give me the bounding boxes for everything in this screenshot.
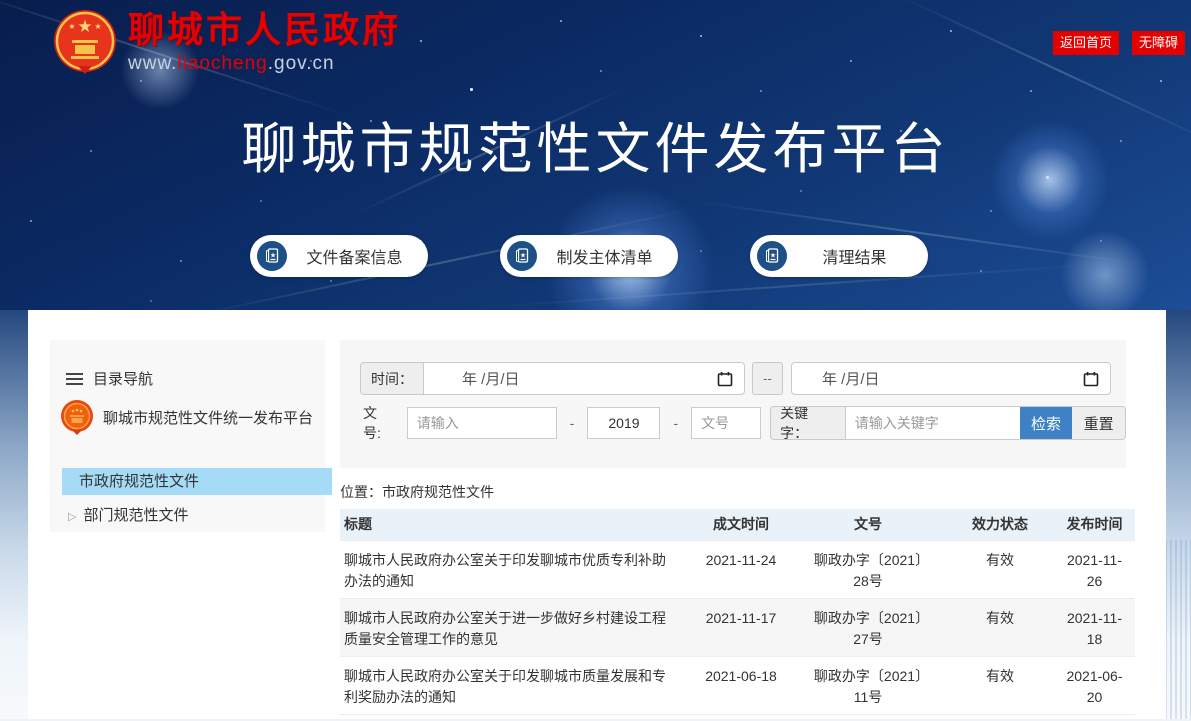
col-header-publish-date: 发布时间 xyxy=(1054,509,1135,540)
time-label: 时间： xyxy=(361,363,424,394)
document-icon: ★ xyxy=(757,241,787,271)
date-range-separator: -- xyxy=(752,362,783,395)
sidebar-item-municipal-docs[interactable]: 市政府规范性文件 xyxy=(62,468,332,495)
calendar-icon[interactable] xyxy=(717,371,733,387)
doc-written-date: 2021-11-24 xyxy=(692,550,790,592)
svg-text:★: ★ xyxy=(770,252,776,260)
doc-publish-date: 2021-06-20 xyxy=(1054,666,1135,708)
table-row[interactable]: 聊城市人民政府办公室关于进一步做好乡村建设工程质量安全管理工作的意见 2021-… xyxy=(340,598,1135,656)
doc-publish-date: 2021-11-18 xyxy=(1054,608,1135,650)
reset-button[interactable]: 重置 xyxy=(1072,407,1125,439)
calendar-icon[interactable] xyxy=(1083,371,1099,387)
col-header-doc-no: 文号 xyxy=(790,509,946,540)
nav-button-filing-info[interactable]: ★ 文件备案信息 xyxy=(250,235,428,277)
doc-title[interactable]: 聊城市人民政府办公室关于进一步做好乡村建设工程质量安全管理工作的意见 xyxy=(340,608,692,650)
banner: ★ ★ ★ 聊城市人民政府 www.liaocheng.gov.cn 返回首页 … xyxy=(0,0,1191,310)
sidebar-platform-label: 聊城市规范性文件统一发布平台 xyxy=(103,407,313,428)
keyword-label: 关键字： xyxy=(771,407,845,439)
sidebar: 目录导航 聊城市规范性文件统一发布平台 市政府规范性文件 ▷部门规范性文件 xyxy=(50,340,325,532)
nav-button-label: 文件备案信息 xyxy=(287,244,422,268)
content-card: 目录导航 聊城市规范性文件统一发布平台 市政府规范性文件 ▷部门规范性文件 时间… xyxy=(28,310,1166,719)
document-icon: ★ xyxy=(507,241,537,271)
doc-number: 聊政办字〔2021〕28号 xyxy=(790,550,946,592)
svg-text:★: ★ xyxy=(77,17,92,36)
dash-separator: - xyxy=(673,415,678,431)
emblem-icon xyxy=(58,398,96,436)
doc-title[interactable]: 聊城市人民政府办公室关于印发聊城市质量发展和专利奖励办法的通知 xyxy=(340,666,692,708)
svg-text:★: ★ xyxy=(520,252,526,260)
back-home-button[interactable]: 返回首页 xyxy=(1053,31,1119,55)
background-texture xyxy=(1165,540,1191,719)
doc-status: 有效 xyxy=(946,666,1054,708)
date-to-input[interactable]: 年 /月/日 xyxy=(791,362,1111,395)
nav-button-label: 清理结果 xyxy=(787,244,922,268)
sidebar-platform[interactable]: 聊城市规范性文件统一发布平台 xyxy=(58,398,313,436)
menu-icon[interactable] xyxy=(66,373,83,385)
table-row[interactable]: 聊城市人民政府办公室关于印发聊城市优质专利补助办法的通知 2021-11-24 … xyxy=(340,540,1135,598)
sidebar-header: 目录导航 xyxy=(66,368,153,389)
doc-publish-date: 2021-11-26 xyxy=(1054,550,1135,592)
doc-title[interactable]: 聊城市人民政府办公室关于印发聊城市优质专利补助办法的通知 xyxy=(340,550,692,592)
search-button[interactable]: 检索 xyxy=(1020,407,1073,439)
svg-text:★: ★ xyxy=(270,252,276,260)
site-logo[interactable]: ★ ★ ★ 聊城市人民政府 www.liaocheng.gov.cn xyxy=(52,8,401,78)
svg-text:★: ★ xyxy=(94,22,101,31)
table-row[interactable]: 聊城市人民政府办公室关于印发聊城市质量发展和专利奖励办法的通知 2021-06-… xyxy=(340,656,1135,714)
breadcrumb: 位置：市政府规范性文件 xyxy=(340,482,494,502)
keyword-group: 关键字： 检索 重置 xyxy=(770,406,1126,440)
doc-written-date: 2021-11-17 xyxy=(692,608,790,650)
table-bottom-border xyxy=(340,714,1135,721)
date-from-placeholder: 年 /月/日 xyxy=(462,368,520,389)
site-name: 聊城市人民政府 xyxy=(128,8,401,52)
date-from-input[interactable]: 时间： 年 /月/日 xyxy=(360,362,745,395)
documents-table: 标题 成文时间 文号 效力状态 发布时间 聊城市人民政府办公室关于印发聊城市优质… xyxy=(340,509,1135,721)
doc-status: 有效 xyxy=(946,550,1054,592)
doc-year-input[interactable] xyxy=(587,407,660,439)
sidebar-item-department-docs[interactable]: ▷部门规范性文件 xyxy=(62,502,321,529)
col-header-status: 效力状态 xyxy=(946,509,1054,540)
national-emblem-icon: ★ ★ ★ xyxy=(52,8,118,78)
site-url: www.liaocheng.gov.cn xyxy=(128,52,401,76)
col-header-written-date: 成文时间 xyxy=(692,509,790,540)
caret-right-icon: ▷ xyxy=(68,511,76,523)
accessibility-button[interactable]: 无障碍 xyxy=(1132,31,1185,55)
date-to-placeholder: 年 /月/日 xyxy=(822,368,880,389)
nav-button-cleanup-results[interactable]: ★ 清理结果 xyxy=(750,235,928,277)
sidebar-title: 目录导航 xyxy=(93,368,153,389)
doc-prefix-input[interactable] xyxy=(407,407,557,439)
doc-status: 有效 xyxy=(946,608,1054,650)
search-form: 时间： 年 /月/日 -- 年 /月/日 文号: xyxy=(340,340,1126,468)
document-icon: ★ xyxy=(257,241,287,271)
nav-button-label: 制发主体清单 xyxy=(537,244,672,268)
table-header-row: 标题 成文时间 文号 效力状态 发布时间 xyxy=(340,509,1135,540)
col-header-title: 标题 xyxy=(340,509,692,540)
dash-separator: - xyxy=(570,415,575,431)
doc-no-label: 文号: xyxy=(363,403,395,443)
doc-number: 聊政办字〔2021〕27号 xyxy=(790,608,946,650)
nav-button-issuer-list[interactable]: ★ 制发主体清单 xyxy=(500,235,678,277)
svg-text:★: ★ xyxy=(68,22,75,31)
page-title: 聊城市规范性文件发布平台 xyxy=(0,104,1191,184)
keyword-input[interactable] xyxy=(845,407,1020,439)
doc-number-input[interactable] xyxy=(691,407,761,439)
doc-number: 聊政办字〔2021〕11号 xyxy=(790,666,946,708)
doc-written-date: 2021-06-18 xyxy=(692,666,790,708)
